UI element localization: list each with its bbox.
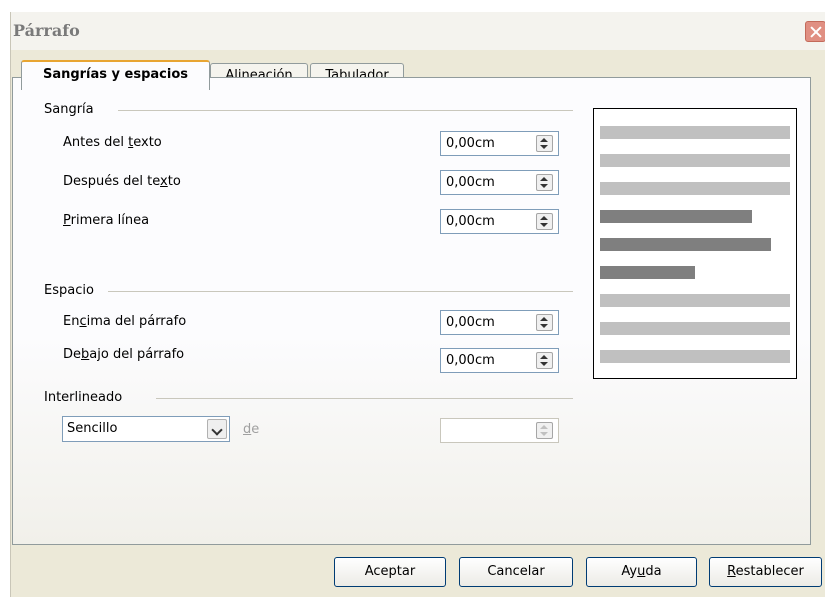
before-text-label: Antes del texto	[63, 135, 162, 150]
spin-buttons-icon[interactable]	[536, 314, 553, 331]
spacing-separator	[108, 291, 573, 292]
after-text-value: 0,00cm	[446, 175, 495, 190]
of-label: de	[243, 422, 260, 437]
dialog-title: Párrafo	[13, 21, 80, 40]
help-button[interactable]: Ayuda	[586, 557, 697, 587]
after-text-input[interactable]: 0,00cm	[440, 170, 559, 195]
preview-line	[600, 182, 790, 195]
above-paragraph-value: 0,00cm	[446, 315, 495, 330]
before-text-value: 0,00cm	[446, 136, 495, 151]
ok-button-label: Aceptar	[364, 564, 416, 579]
line-spacing-separator	[156, 398, 573, 399]
spin-buttons-icon[interactable]	[536, 135, 553, 152]
after-text-label: Después del texto	[63, 174, 181, 189]
preview-line	[600, 322, 790, 335]
first-line-input[interactable]: 0,00cm	[440, 209, 559, 234]
preview-line	[600, 154, 790, 167]
reset-button[interactable]: Restablecer	[709, 557, 822, 587]
spin-buttons-icon[interactable]	[536, 174, 553, 191]
close-button[interactable]	[805, 21, 825, 42]
below-paragraph-value: 0,00cm	[446, 353, 495, 368]
preview-line-current	[600, 238, 771, 251]
before-text-input[interactable]: 0,00cm	[440, 131, 559, 156]
tab-label: Sangrías y espacios	[42, 67, 189, 82]
line-spacing-value: Sencillo	[67, 421, 118, 436]
indent-section-title: Sangría	[44, 102, 94, 117]
spin-buttons-icon[interactable]	[536, 352, 553, 369]
spin-buttons-icon	[536, 422, 553, 439]
cancel-button[interactable]: Cancelar	[459, 557, 573, 587]
preview-line-current	[600, 266, 695, 279]
line-spacing-of-input	[440, 418, 559, 443]
line-spacing-select[interactable]: Sencillo	[62, 416, 230, 442]
first-line-label: Primera línea	[63, 213, 150, 228]
cancel-button-label: Cancelar	[487, 564, 545, 579]
tab-indents-spacing[interactable]: Sangrías y espacios	[21, 60, 210, 90]
spacing-section-title: Espacio	[44, 283, 94, 298]
ok-button[interactable]: Aceptar	[334, 557, 446, 587]
reset-button-label: Restablecer	[727, 564, 804, 579]
below-paragraph-input[interactable]: 0,00cm	[440, 348, 559, 373]
above-paragraph-input[interactable]: 0,00cm	[440, 310, 559, 335]
line-spacing-section-title: Interlineado	[44, 390, 123, 405]
paragraph-preview	[593, 108, 797, 379]
chevron-down-icon[interactable]	[207, 419, 227, 439]
below-paragraph-label: Debajo del párrafo	[63, 347, 185, 362]
help-button-label: Ayuda	[621, 564, 662, 579]
above-paragraph-label: Encima del párrafo	[63, 314, 187, 329]
preview-line-current	[600, 210, 752, 223]
indent-separator	[118, 110, 573, 111]
title-bar: Párrafo	[11, 12, 825, 50]
preview-line	[600, 126, 790, 139]
spin-buttons-icon[interactable]	[536, 213, 553, 230]
preview-line	[600, 294, 790, 307]
first-line-value: 0,00cm	[446, 214, 495, 229]
preview-line	[600, 350, 790, 363]
